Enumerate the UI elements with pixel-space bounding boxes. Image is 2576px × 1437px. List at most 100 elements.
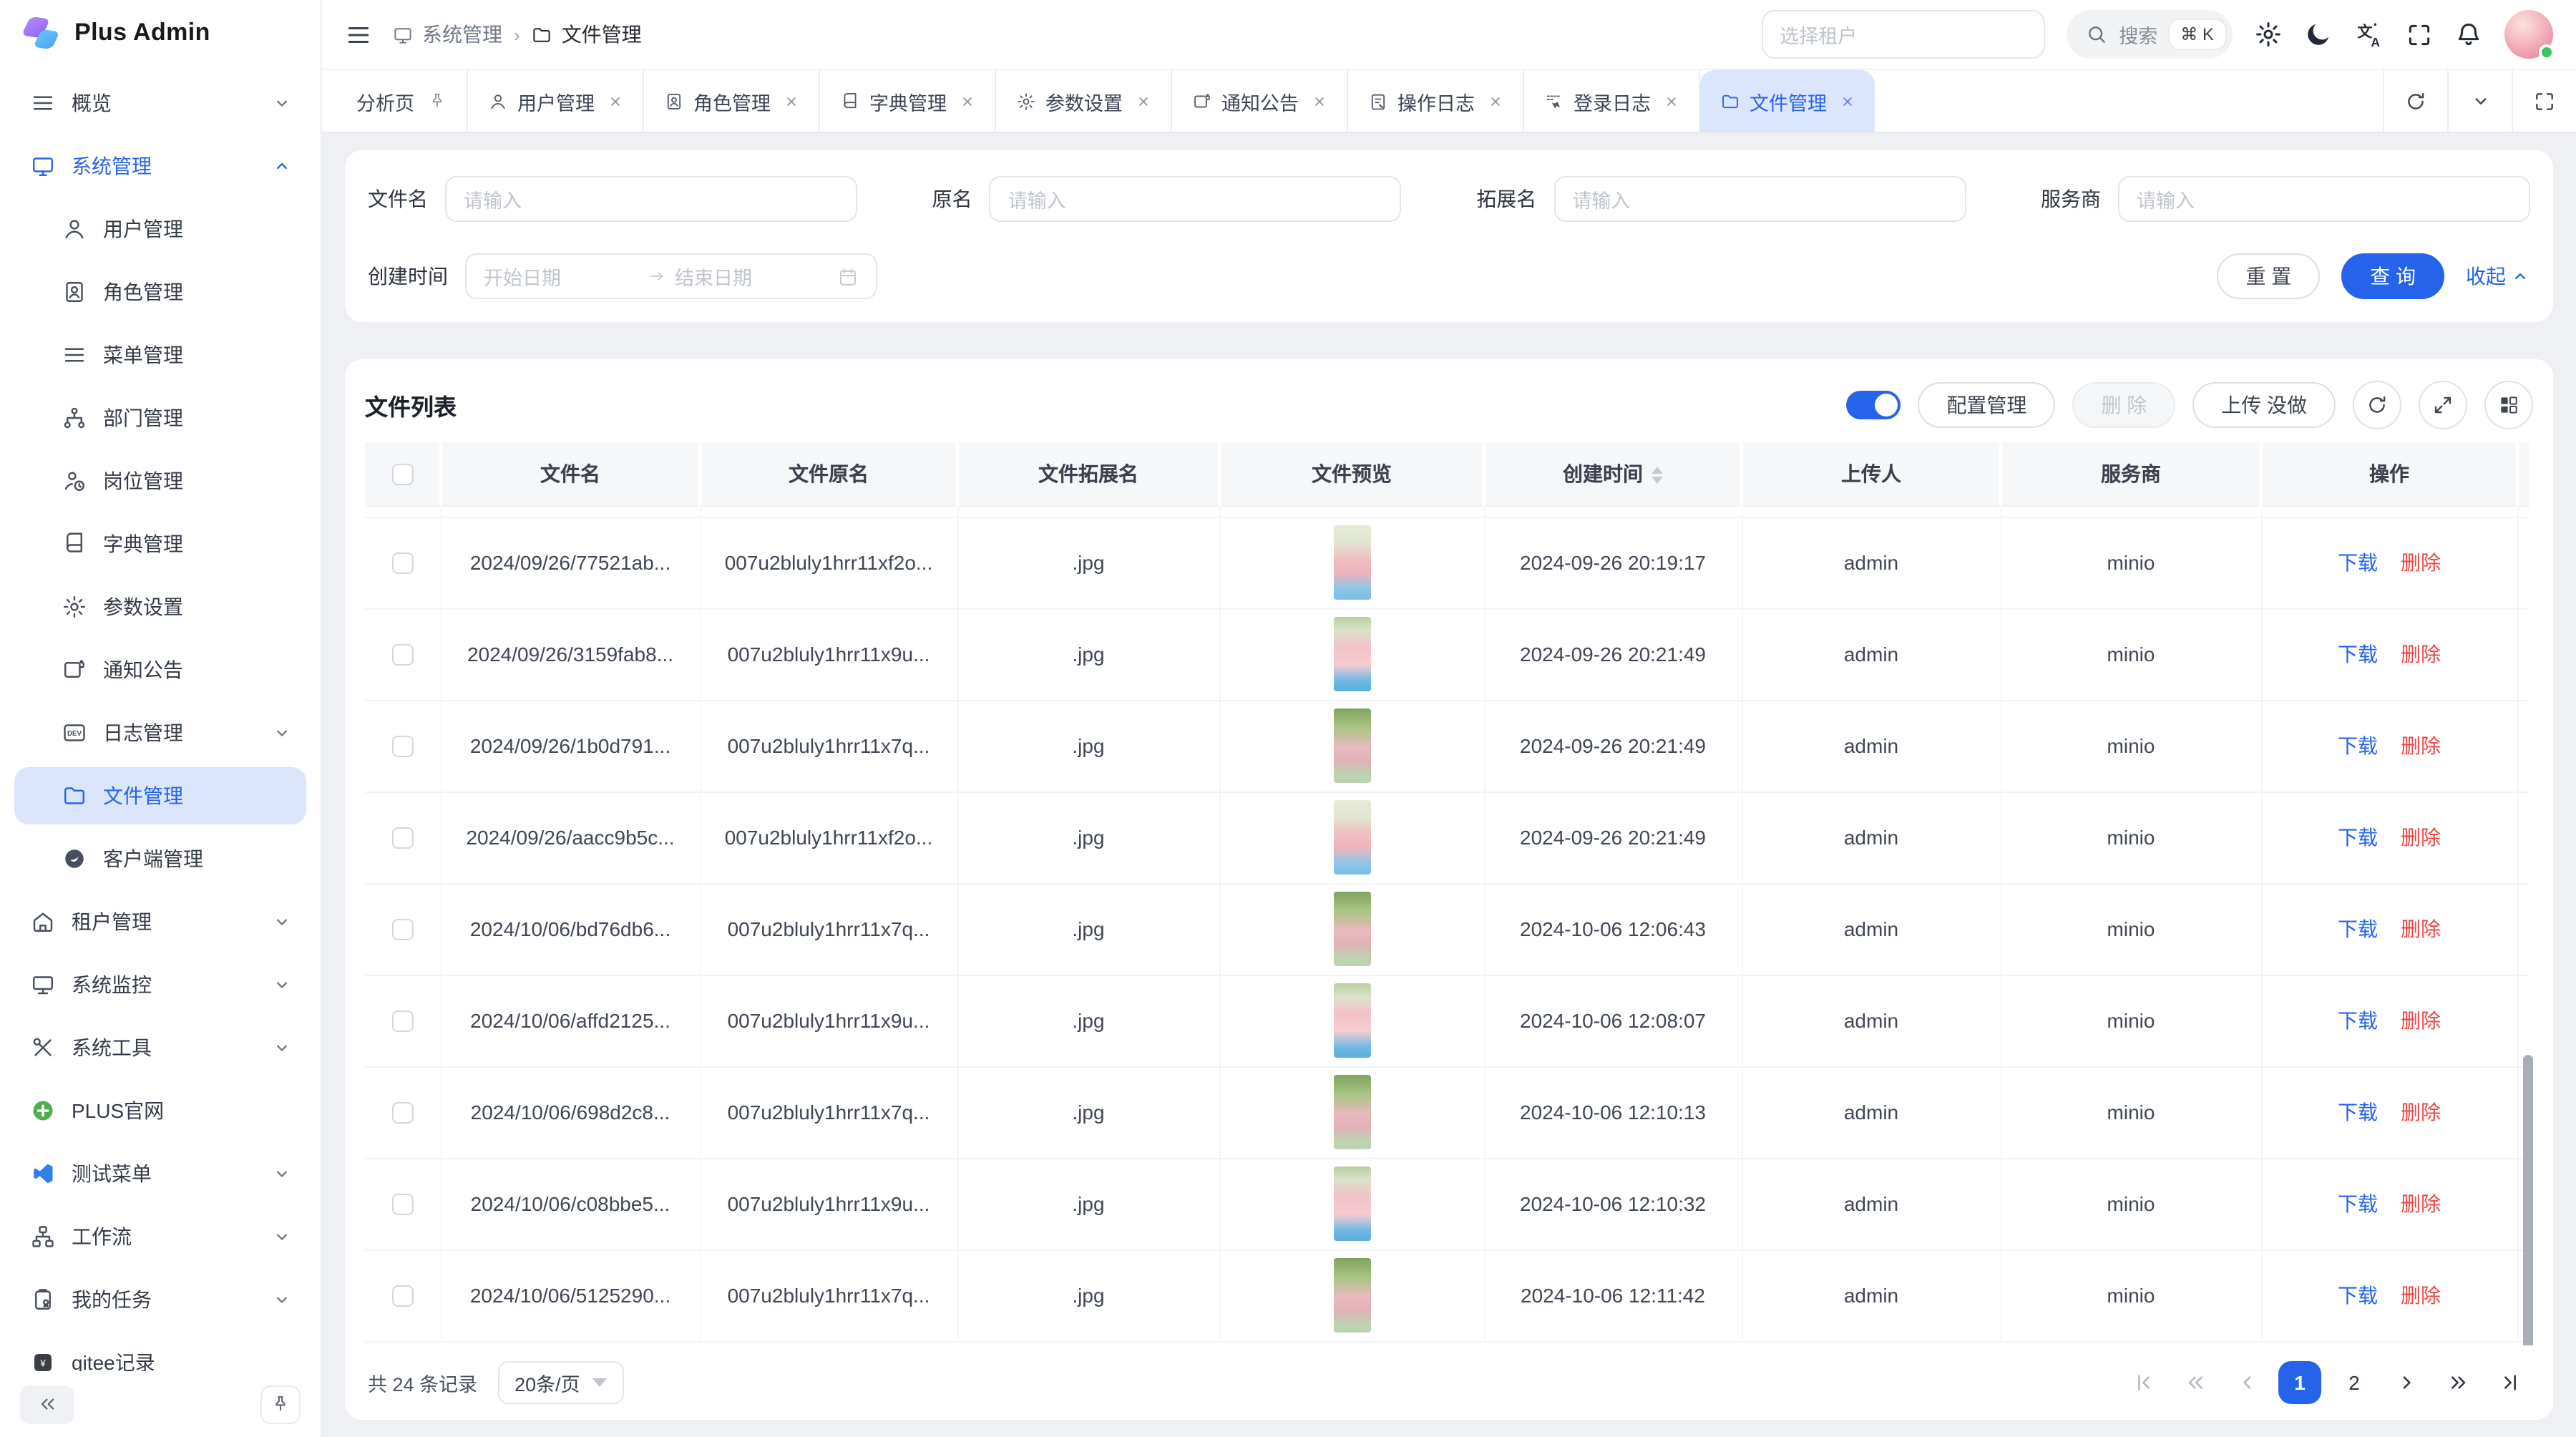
filter-input-origin-name[interactable]: 请输入 bbox=[990, 176, 1402, 222]
row-checkbox[interactable] bbox=[392, 1103, 414, 1124]
sidebar-item-system-management[interactable]: 系统管理 bbox=[14, 137, 306, 195]
download-link[interactable]: 下载 bbox=[2338, 734, 2378, 757]
row-checkbox[interactable] bbox=[392, 1286, 414, 1307]
table-refresh-button[interactable] bbox=[2353, 381, 2401, 429]
breadcrumb-item-system-management[interactable]: 系统管理 bbox=[392, 20, 502, 49]
sidebar-item-user-management[interactable]: 用户管理 bbox=[14, 200, 306, 258]
file-preview-image[interactable] bbox=[1333, 892, 1370, 966]
first-page-button[interactable] bbox=[2124, 1363, 2164, 1403]
sidebar-item-dept-management[interactable]: 部门管理 bbox=[14, 389, 306, 447]
sidebar-item-overview[interactable]: 概览 bbox=[14, 74, 306, 132]
tabs-fullscreen-button[interactable] bbox=[2512, 70, 2576, 132]
filter-input-file-name[interactable]: 请输入 bbox=[445, 176, 857, 222]
query-button[interactable]: 查 询 bbox=[2341, 253, 2444, 299]
prev-page-button[interactable] bbox=[2227, 1363, 2267, 1403]
notifications-icon[interactable] bbox=[2454, 20, 2483, 49]
sidebar-item-system-tools[interactable]: 系统工具 bbox=[14, 1019, 306, 1076]
delete-link[interactable]: 删除 bbox=[2401, 826, 2441, 849]
last-page-button[interactable] bbox=[2490, 1363, 2530, 1403]
download-link[interactable]: 下载 bbox=[2338, 1192, 2378, 1215]
language-icon[interactable]: 文A bbox=[2354, 19, 2384, 49]
page-number-1[interactable]: 1 bbox=[2278, 1361, 2321, 1404]
close-icon[interactable] bbox=[608, 94, 622, 108]
close-icon[interactable] bbox=[1840, 94, 1854, 108]
delete-link[interactable]: 删除 bbox=[2401, 1284, 2441, 1307]
tab-analysis[interactable]: 分析页 bbox=[336, 70, 467, 132]
sidebar-item-post-management[interactable]: 岗位管理 bbox=[14, 452, 306, 510]
filter-input-extension[interactable]: 请输入 bbox=[1553, 176, 1966, 222]
tabs-refresh-button[interactable] bbox=[2383, 70, 2447, 132]
row-checkbox[interactable] bbox=[392, 828, 414, 849]
row-checkbox[interactable] bbox=[392, 1011, 414, 1033]
delete-link[interactable]: 删除 bbox=[2401, 1009, 2441, 1032]
sidebar-collapse-button[interactable] bbox=[20, 1385, 74, 1423]
delete-link[interactable]: 删除 bbox=[2401, 1101, 2441, 1124]
fullscreen-icon[interactable] bbox=[2406, 21, 2433, 48]
file-preview-image[interactable] bbox=[1333, 983, 1370, 1058]
date-range-input[interactable]: 开始日期 结束日期 bbox=[465, 253, 877, 299]
tab-file-management[interactable]: 文件管理 bbox=[1699, 70, 1874, 132]
settings-icon[interactable] bbox=[2254, 20, 2283, 49]
row-checkbox[interactable] bbox=[392, 1194, 414, 1216]
sidebar-item-plus-site[interactable]: PLUS官网 bbox=[14, 1082, 306, 1139]
next-page-button[interactable] bbox=[2387, 1363, 2427, 1403]
sidebar-item-dict-management[interactable]: 字典管理 bbox=[14, 515, 306, 573]
config-management-button[interactable]: 配置管理 bbox=[1918, 382, 2055, 428]
breadcrumb-item-file-management[interactable]: 文件管理 bbox=[532, 20, 642, 49]
sidebar-item-notice[interactable]: 通知公告 bbox=[14, 641, 306, 698]
file-preview-image[interactable] bbox=[1333, 1075, 1370, 1149]
page-number-2[interactable]: 2 bbox=[2333, 1361, 2376, 1404]
tab-param-settings[interactable]: 参数设置 bbox=[995, 70, 1171, 132]
sidebar-item-gitee-log[interactable]: ¥gitee记录 bbox=[14, 1334, 306, 1374]
tabs-more-button[interactable] bbox=[2447, 70, 2512, 132]
delete-link[interactable]: 删除 bbox=[2401, 643, 2441, 666]
row-checkbox[interactable] bbox=[392, 736, 414, 758]
close-icon[interactable] bbox=[1488, 94, 1502, 108]
table-scrollbar[interactable] bbox=[2523, 1055, 2533, 1345]
sidebar-pin-button[interactable] bbox=[260, 1385, 301, 1423]
row-checkbox[interactable] bbox=[392, 645, 414, 666]
download-link[interactable]: 下载 bbox=[2338, 1009, 2378, 1032]
sidebar-item-tenant-management[interactable]: 租户管理 bbox=[14, 893, 306, 950]
upload-button[interactable]: 上传 没做 bbox=[2192, 382, 2336, 428]
row-checkbox[interactable] bbox=[392, 920, 414, 941]
avatar[interactable] bbox=[2504, 10, 2553, 59]
dark-mode-icon[interactable] bbox=[2304, 20, 2333, 49]
sidebar-item-workflow[interactable]: 工作流 bbox=[14, 1208, 306, 1265]
download-link[interactable]: 下载 bbox=[2338, 551, 2378, 574]
sidebar-item-system-monitor[interactable]: 系统监控 bbox=[14, 956, 306, 1013]
file-preview-image[interactable] bbox=[1333, 708, 1370, 783]
tab-dict-management[interactable]: 字典管理 bbox=[819, 70, 995, 132]
file-preview-image[interactable] bbox=[1333, 525, 1370, 600]
delete-link[interactable]: 删除 bbox=[2401, 1192, 2441, 1215]
download-link[interactable]: 下载 bbox=[2338, 643, 2378, 666]
hamburger-menu-icon[interactable] bbox=[345, 21, 372, 48]
row-checkbox[interactable] bbox=[392, 553, 414, 575]
config-toggle[interactable] bbox=[1846, 391, 1901, 419]
sidebar-item-log-management[interactable]: DEV日志管理 bbox=[14, 704, 306, 761]
delete-button[interactable]: 删 除 bbox=[2072, 382, 2175, 428]
tab-operation-log[interactable]: 操作日志 bbox=[1347, 70, 1523, 132]
page-size-select[interactable]: 20条/页 bbox=[497, 1361, 625, 1404]
close-icon[interactable] bbox=[960, 94, 974, 108]
close-icon[interactable] bbox=[784, 94, 798, 108]
table-columns-button[interactable] bbox=[2484, 381, 2533, 429]
sidebar-item-menu-management[interactable]: 菜单管理 bbox=[14, 326, 306, 384]
file-preview-image[interactable] bbox=[1333, 800, 1370, 875]
download-link[interactable]: 下载 bbox=[2338, 917, 2378, 940]
download-link[interactable]: 下载 bbox=[2338, 1101, 2378, 1124]
reset-button[interactable]: 重 置 bbox=[2217, 253, 2320, 299]
jump-forward-button[interactable] bbox=[2439, 1363, 2479, 1403]
global-search[interactable]: 搜索 ⌘ K bbox=[2066, 10, 2233, 59]
file-preview-image[interactable] bbox=[1333, 1258, 1370, 1333]
tab-role-management[interactable]: 角色管理 bbox=[643, 70, 819, 132]
pin-icon[interactable] bbox=[427, 92, 446, 110]
brand[interactable]: Plus Admin bbox=[0, 0, 321, 66]
sidebar-item-param-settings[interactable]: 参数设置 bbox=[14, 578, 306, 635]
tenant-select[interactable]: 选择租户 bbox=[1761, 10, 2044, 59]
tab-user-management[interactable]: 用户管理 bbox=[467, 70, 643, 132]
sidebar-item-my-tasks[interactable]: 我的任务 bbox=[14, 1271, 306, 1328]
close-icon[interactable] bbox=[1312, 94, 1326, 108]
sidebar-item-client-management[interactable]: 客户端管理 bbox=[14, 830, 306, 887]
sidebar-item-test-menu[interactable]: 测试菜单 bbox=[14, 1145, 306, 1202]
